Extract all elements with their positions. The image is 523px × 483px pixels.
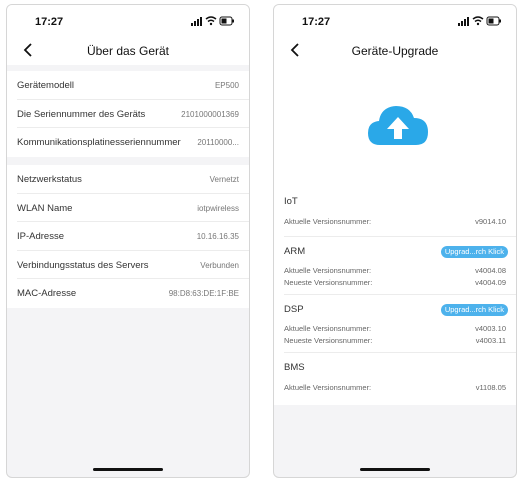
upgrade-button[interactable]: Upgrad...rch Klick (440, 246, 508, 258)
row-label: Gerätemodell (17, 80, 75, 91)
latest-version-value: v4004.09 (475, 278, 506, 287)
module-item-bms: BMS Aktuelle Versionsnummer: v1108.05 (284, 353, 516, 405)
latest-version-label: Neueste Versionsnummer: (284, 278, 373, 287)
row-value: 10.16.16.35 (196, 232, 239, 241)
list-item: Verbindungsstatus des Servers Verbunden (17, 251, 249, 279)
current-version-value: v4004.08 (475, 266, 506, 275)
battery-icon (219, 16, 234, 26)
current-version-value: v1108.05 (475, 383, 506, 392)
row-label: Verbindungsstatus des Servers (17, 259, 149, 271)
current-version-value: v4003.10 (475, 324, 506, 333)
home-indicator[interactable] (360, 468, 430, 471)
row-value: 20110000... (197, 138, 239, 147)
cloud-upload-icon (368, 106, 428, 145)
device-upgrade-screen: 17:27 Geräte-Upgrade IoT Aktuelle Versio… (273, 4, 517, 478)
module-name: DSP (284, 304, 304, 315)
module-item-dsp: DSP Upgrad...rch Klick Aktuelle Versions… (284, 295, 516, 353)
upgrade-hero (274, 65, 516, 187)
network-info-section: Netzwerkstatus Vernetzt WLAN Name iotpwire… (7, 165, 249, 308)
chevron-left-icon[interactable] (21, 42, 35, 58)
row-value: Vernetzt (209, 175, 239, 184)
row-label: WLAN Name (17, 202, 73, 214)
row-label: Netzwerkstatus (17, 174, 82, 185)
list-item: Netzwerkstatus Vernetzt (17, 165, 249, 194)
list-item: Kommunikationsplatinesseriennummer 201100… (17, 128, 249, 157)
current-version-value: v9014.10 (475, 217, 506, 226)
page-title: Über das Gerät (86, 44, 170, 58)
upgrade-button[interactable]: Upgrad...rch Klick (440, 304, 508, 316)
row-value: EP500 (214, 81, 239, 90)
status-time: 17:27 (35, 16, 64, 28)
wifi-icon (472, 16, 484, 26)
current-version-label: Aktuelle Versionsnummer: (284, 383, 372, 392)
status-time: 17:27 (302, 16, 331, 28)
nav-bar: Geräte-Upgrade (274, 35, 516, 65)
signal-icon (191, 17, 202, 26)
list-item: MAC-Adresse 98:D8:63:DE:1F:BE (17, 279, 249, 308)
row-value: 98:D8:63:DE:1F:BE (168, 289, 239, 298)
device-info-screen: 17:27 Über das Gerät Gerätemodell EP500 D… (6, 4, 250, 478)
row-value: Verbunden (200, 260, 239, 270)
battery-icon (486, 16, 501, 26)
row-value: 2101000001369 (181, 109, 239, 119)
device-info-section: Gerätemodell EP500 Die Seriennummer des G… (7, 71, 249, 157)
status-bar: 17:27 (274, 5, 516, 35)
current-version-label: Aktuelle Versionsnummer: (284, 217, 372, 226)
row-value: iotpwireless (197, 203, 239, 213)
list-item: Die Seriennummer des Geräts 2101000001369 (17, 100, 249, 128)
latest-version-value: v4003.11 (475, 336, 506, 345)
module-item-arm: ARM Upgrad...rch Klick Aktuelle Versions… (284, 237, 516, 295)
page-title: Geräte-Upgrade (351, 44, 439, 58)
row-label: Die Seriennummer des Geräts (17, 108, 146, 120)
module-name: ARM (284, 246, 306, 257)
wifi-icon (205, 16, 217, 26)
chevron-left-icon[interactable] (288, 42, 302, 58)
latest-version-label: Neueste Versionsnummer: (284, 336, 373, 345)
row-label: Kommunikationsplatinesseriennummer (17, 137, 181, 148)
list-item: IP-Adresse 10.16.16.35 (17, 222, 249, 251)
row-label: MAC-Adresse (17, 288, 77, 299)
module-item-iot: IoT Aktuelle Versionsnummer: v9014.10 (284, 187, 516, 237)
module-list: IoT Aktuelle Versionsnummer: v9014.10 ARM… (274, 187, 516, 405)
status-icons (191, 16, 234, 26)
list-item: WLAN Name iotpwireless (17, 194, 249, 222)
signal-icon (458, 17, 469, 26)
home-indicator[interactable] (93, 468, 163, 471)
module-name: BMS (284, 362, 305, 373)
module-name: IoT (284, 196, 298, 207)
nav-bar: Über das Gerät (7, 35, 249, 65)
list-item: Gerätemodell EP500 (17, 71, 249, 100)
current-version-label: Aktuelle Versionsnummer: (284, 266, 372, 275)
status-bar: 17:27 (7, 5, 249, 35)
status-icons (458, 16, 501, 26)
row-label: IP-Adresse (17, 231, 64, 242)
current-version-label: Aktuelle Versionsnummer: (284, 324, 372, 333)
